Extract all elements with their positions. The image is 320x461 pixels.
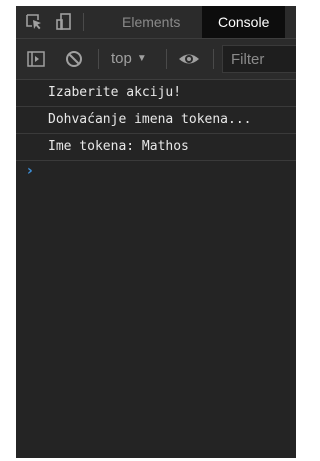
console-toolbar: top ▼ [16,39,296,80]
chevron-down-icon: ▼ [136,53,147,64]
console-message: Ime tokena: Mathos [16,134,296,161]
tab-elements[interactable]: Elements [122,6,180,38]
devtools-tab-bar: Elements Console [16,6,296,39]
tab-separator [83,13,84,31]
toolbar-separator [98,49,99,69]
eye-icon[interactable] [178,49,199,69]
inspect-element-icon[interactable] [24,12,44,32]
context-label: top [111,50,132,67]
console-output: Izaberite akciju! Dohvaćanje imena token… [16,80,296,458]
clear-console-icon[interactable] [64,49,84,69]
sidebar-toggle-icon[interactable] [26,49,46,69]
console-prompt[interactable]: › [16,161,296,185]
device-toolbar-icon[interactable] [54,12,74,32]
console-message: Dohvaćanje imena tokena... [16,107,296,134]
toolbar-separator [166,49,167,69]
tab-console[interactable]: Console [202,6,286,38]
devtools-panel: Elements Console top ▼ Filter Izaberite … [16,6,296,458]
prompt-chevron-icon: › [27,163,33,179]
toolbar-separator [213,49,214,69]
context-selector[interactable]: top ▼ [111,39,147,79]
filter-input[interactable] [222,45,296,73]
console-message: Izaberite akciju! [16,80,296,107]
